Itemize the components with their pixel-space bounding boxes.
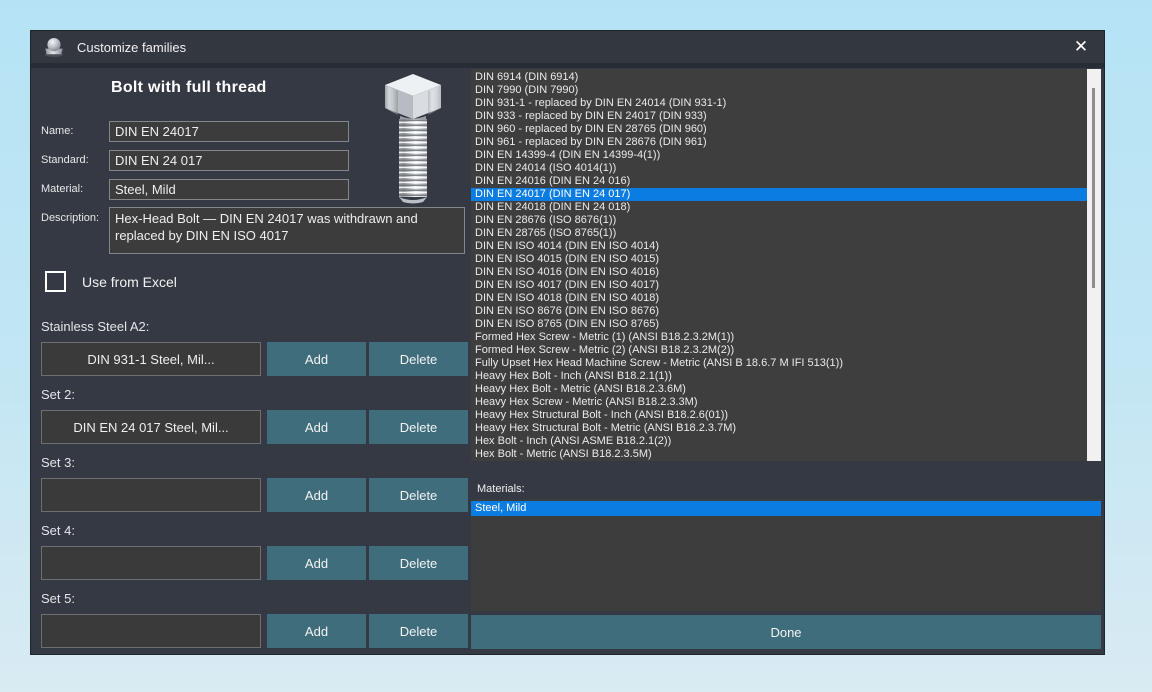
family-list-item[interactable]: DIN 931-1 - replaced by DIN EN 24014 (DI…	[471, 97, 1087, 110]
materials-label: Materials:	[477, 483, 525, 495]
set-label: Stainless Steel A2:	[41, 319, 491, 336]
set-field[interactable]	[41, 478, 261, 512]
set-label: Set 3:	[41, 455, 491, 472]
add-button[interactable]: Add	[267, 546, 366, 580]
materials-list[interactable]: Steel, Mild	[471, 499, 1101, 611]
family-list-item[interactable]: DIN EN ISO 4018 (DIN EN ISO 4018)	[471, 292, 1087, 305]
standard-label: Standard:	[41, 154, 109, 166]
set-label: Set 2:	[41, 387, 491, 404]
family-list-item[interactable]: Hex Bolt - Inch (ANSI ASME B18.2.1(2))	[471, 435, 1087, 448]
delete-button[interactable]: Delete	[369, 410, 468, 444]
cap-nut-icon	[43, 36, 65, 58]
families-list[interactable]: DIN 6914 (DIN 6914) DIN 7990 (DIN 7990) …	[471, 69, 1101, 461]
scrollbar[interactable]	[1087, 69, 1101, 461]
add-button[interactable]: Add	[267, 410, 366, 444]
family-list-item[interactable]: Fully Upset Hex Head Machine Screw - Met…	[471, 357, 1087, 370]
customize-families-dialog: Customize families ✕ Bolt with full thre…	[30, 30, 1105, 655]
family-list-item[interactable]: Heavy Hex Screw - Metric (ANSI B18.2.3.3…	[471, 396, 1087, 409]
family-list-item[interactable]: Heavy Hex Structural Bolt - Inch (ANSI B…	[471, 409, 1087, 422]
set-field[interactable]	[41, 546, 261, 580]
family-list-item[interactable]: DIN EN ISO 4015 (DIN EN ISO 4015)	[471, 253, 1087, 266]
family-list-item[interactable]: DIN EN 24016 (DIN EN 24 016)	[471, 175, 1087, 188]
material-label: Material:	[41, 183, 109, 195]
set-row: Add Delete	[41, 478, 491, 512]
material-list-item[interactable]: Steel, Mild	[471, 501, 1101, 516]
delete-button[interactable]: Delete	[369, 478, 468, 512]
family-list-item[interactable]: Heavy Hex Bolt - Metric (ANSI B18.2.3.6M…	[471, 383, 1087, 396]
set-group: Stainless Steel A2: Add Delete	[41, 319, 491, 376]
family-list-item[interactable]: DIN EN 14399-4 (DIN EN 14399-4(1))	[471, 149, 1087, 162]
set-groups: Stainless Steel A2: Add Delete Set 2: Ad…	[41, 319, 491, 659]
family-list-item[interactable]: DIN EN ISO 8676 (DIN EN ISO 8676)	[471, 305, 1087, 318]
description-field[interactable]: Hex-Head Bolt — DIN EN 24017 was withdra…	[109, 207, 465, 254]
material-field[interactable]	[109, 179, 349, 200]
window-title: Customize families	[77, 40, 186, 55]
use-from-excel-label: Use from Excel	[82, 274, 177, 290]
set-label: Set 4:	[41, 523, 491, 540]
add-button[interactable]: Add	[267, 478, 366, 512]
titlebar-separator	[31, 63, 1104, 68]
set-label: Set 5:	[41, 591, 491, 608]
family-list-item[interactable]: DIN EN 24018 (DIN EN 24 018)	[471, 201, 1087, 214]
description-label: Description:	[41, 212, 109, 224]
delete-button[interactable]: Delete	[369, 342, 468, 376]
family-list-item[interactable]: Heavy Hex Bolt - Inch (ANSI B18.2.1(1))	[471, 370, 1087, 383]
family-list-item[interactable]: DIN 7990 (DIN 7990)	[471, 84, 1087, 97]
set-group: Set 4: Add Delete	[41, 523, 491, 580]
add-button[interactable]: Add	[267, 342, 366, 376]
family-list-item[interactable]: Heavy Hex Structural Bolt - Metric (ANSI…	[471, 422, 1087, 435]
use-from-excel-checkbox[interactable]	[45, 271, 66, 292]
family-list-item[interactable]: DIN EN 24017 (DIN EN 24 017)	[471, 188, 1087, 201]
family-list-item[interactable]: DIN EN 24014 (ISO 4014(1))	[471, 162, 1087, 175]
family-list-item[interactable]: Hex Bolt - Metric (ANSI B18.2.3.5M)	[471, 448, 1087, 461]
use-from-excel-row: Use from Excel	[45, 271, 177, 292]
bolt-preview-image	[373, 69, 453, 209]
family-list-item[interactable]: DIN EN ISO 4016 (DIN EN ISO 4016)	[471, 266, 1087, 279]
family-list-item[interactable]: DIN 960 - replaced by DIN EN 28765 (DIN …	[471, 123, 1087, 136]
set-field[interactable]	[41, 410, 261, 444]
family-list-item[interactable]: DIN 933 - replaced by DIN EN 24017 (DIN …	[471, 110, 1087, 123]
family-list-item[interactable]: Formed Hex Screw - Metric (2) (ANSI B18.…	[471, 344, 1087, 357]
family-list-item[interactable]: DIN EN ISO 4014 (DIN EN ISO 4014)	[471, 240, 1087, 253]
delete-button[interactable]: Delete	[369, 546, 468, 580]
family-list-item[interactable]: DIN EN 28765 (ISO 8765(1))	[471, 227, 1087, 240]
set-row: Add Delete	[41, 614, 491, 648]
set-row: Add Delete	[41, 546, 491, 580]
family-heading: Bolt with full thread	[111, 79, 267, 97]
title-bar: Customize families ✕	[31, 31, 1104, 63]
family-list-item[interactable]: DIN EN ISO 8765 (DIN EN ISO 8765)	[471, 318, 1087, 331]
family-list-item[interactable]: DIN 6914 (DIN 6914)	[471, 71, 1087, 84]
set-field[interactable]	[41, 342, 261, 376]
set-row: Add Delete	[41, 410, 491, 444]
set-group: Set 3: Add Delete	[41, 455, 491, 512]
scrollbar-thumb[interactable]	[1092, 88, 1095, 288]
set-group: Set 5: Add Delete	[41, 591, 491, 648]
close-icon[interactable]: ✕	[1068, 36, 1094, 58]
standard-field[interactable]	[109, 150, 349, 171]
family-list-item[interactable]: Formed Hex Screw - Metric (1) (ANSI B18.…	[471, 331, 1087, 344]
family-list-item[interactable]: DIN EN ISO 4017 (DIN EN ISO 4017)	[471, 279, 1087, 292]
name-field[interactable]	[109, 121, 349, 142]
name-label: Name:	[41, 125, 109, 137]
done-button[interactable]: Done	[471, 615, 1101, 649]
set-field[interactable]	[41, 614, 261, 648]
delete-button[interactable]: Delete	[369, 614, 468, 648]
family-list-item[interactable]: DIN 961 - replaced by DIN EN 28676 (DIN …	[471, 136, 1087, 149]
set-group: Set 2: Add Delete	[41, 387, 491, 444]
add-button[interactable]: Add	[267, 614, 366, 648]
set-row: Add Delete	[41, 342, 491, 376]
family-list-item[interactable]: DIN EN 28676 (ISO 8676(1))	[471, 214, 1087, 227]
